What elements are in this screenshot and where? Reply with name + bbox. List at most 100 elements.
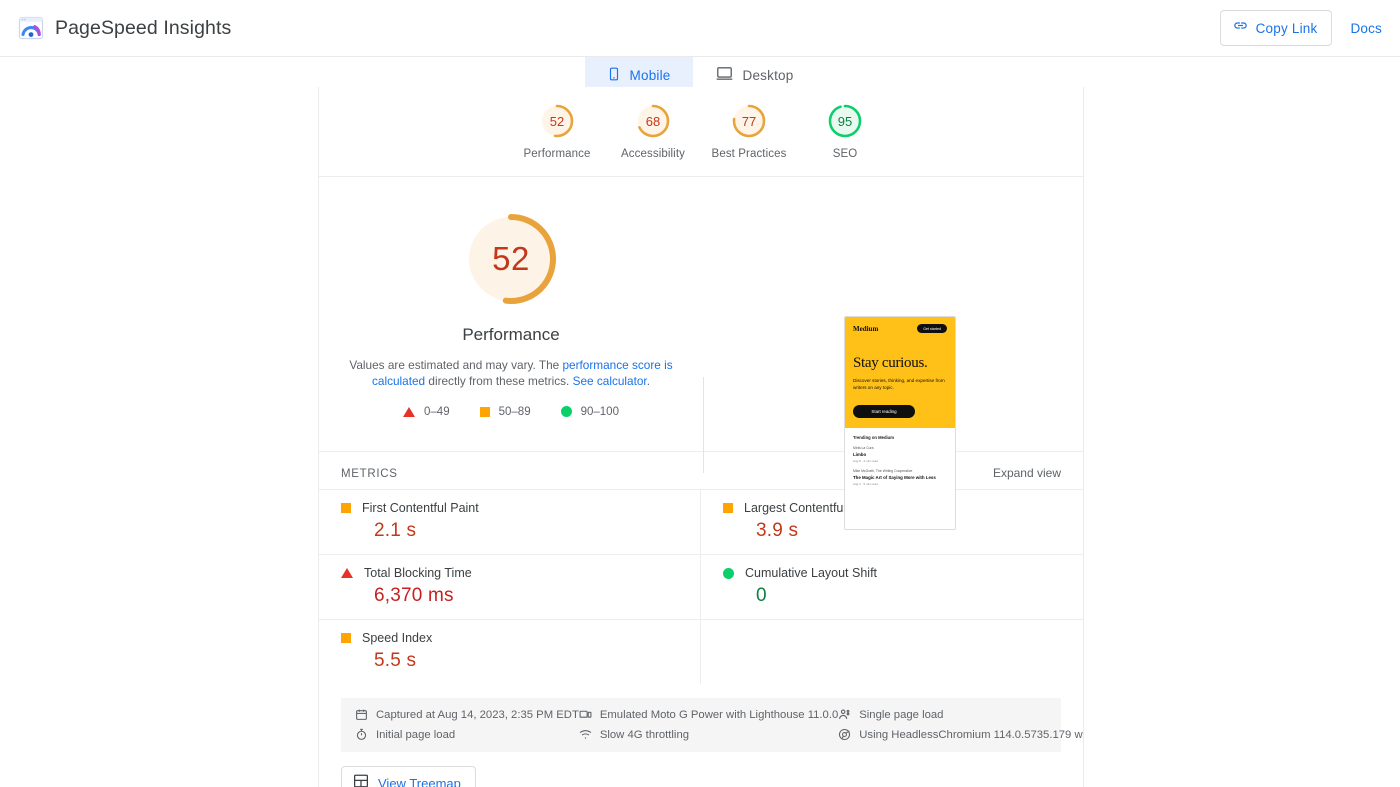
see-calculator-link[interactable]: See calculator xyxy=(573,374,647,388)
stopwatch-icon xyxy=(355,728,368,741)
score-value: 77 xyxy=(741,113,757,129)
environment-throttling: Slow 4G throttling xyxy=(579,728,838,741)
environment-column-1: Captured at Aug 14, 2023, 2:35 PM EDT In… xyxy=(355,708,579,741)
performance-description: Values are estimated and may vary. The p… xyxy=(346,358,676,390)
environment-column-2: Emulated Moto G Power with Lighthouse 11… xyxy=(579,708,838,741)
link-icon xyxy=(1233,18,1248,38)
metrics-column-left: First Contentful Paint 2.1 s Total Block… xyxy=(319,489,701,684)
metric-value: 0 xyxy=(756,585,767,606)
score-legend: 0–49 50–89 90–100 xyxy=(403,406,619,418)
score-gauge-best-practices[interactable]: 77 Best Practices xyxy=(701,102,797,160)
triangle-icon xyxy=(341,568,353,578)
thumbnail-trending-list: Trending on Medium Mirta La Cura Limbo A… xyxy=(845,428,955,499)
desc-text-3: . xyxy=(646,373,650,388)
gauge-ring: 68 xyxy=(634,102,672,140)
legend-range: 90–100 xyxy=(580,405,619,418)
legend-range: 50–89 xyxy=(498,405,531,418)
thumbnail-navbar: Medium Get started xyxy=(853,324,947,333)
treemap-section: View Treemap xyxy=(319,752,1083,787)
metric-name: First Contentful Paint xyxy=(362,501,479,515)
app-title: PageSpeed Insights xyxy=(55,16,232,39)
chrome-icon xyxy=(838,728,851,741)
expand-view-toggle[interactable]: Expand view xyxy=(993,466,1061,480)
medium-logo: Medium xyxy=(853,324,879,333)
final-screenshot-thumbnail: Medium Get started Stay curious. Discove… xyxy=(844,316,956,530)
thumbnail-author: Mirta La Cura xyxy=(853,445,874,450)
docs-link[interactable]: Docs xyxy=(1350,21,1382,36)
score-value: 95 xyxy=(837,113,853,129)
thumbnail-list-item: Mirta La Cura Limbo Aug 8 · 4 min read xyxy=(853,446,947,463)
get-started-pill: Get started xyxy=(917,324,947,333)
metric-total-blocking-time[interactable]: Total Blocking Time 6,370 ms xyxy=(319,554,700,619)
metrics-spacer xyxy=(701,619,1083,677)
environment-captured: Captured at Aug 14, 2023, 2:35 PM EDT xyxy=(355,708,579,721)
thumbnail-headline: Stay curious. xyxy=(853,355,928,371)
category-score-strip: 52 Performance 68 Accessibility 77 Best … xyxy=(319,87,1083,177)
copy-link-button[interactable]: Copy Link xyxy=(1219,10,1333,46)
app-header: PageSpeed Insights Copy Link Docs xyxy=(0,0,1400,57)
score-label: Performance xyxy=(523,148,591,160)
legend-range: 0–49 xyxy=(424,405,450,418)
thumbnail-cta-button: Start reading xyxy=(853,404,915,418)
legend-item-fail: 0–49 xyxy=(403,406,450,418)
brand: PageSpeed Insights xyxy=(0,15,231,41)
view-treemap-label: View Treemap xyxy=(378,776,461,787)
circle-icon xyxy=(723,567,734,579)
tab-mobile-label: Mobile xyxy=(629,67,671,83)
thumbnail-title: Limbo xyxy=(853,451,867,457)
desc-text-2: directly from these metrics. xyxy=(425,373,573,388)
metric-value: 2.1 s xyxy=(374,520,417,541)
square-icon xyxy=(479,406,490,417)
thumbnail-hero: Medium Get started Stay curious. Discove… xyxy=(845,317,955,428)
environment-page-load-text: Initial page load xyxy=(376,728,456,741)
metric-value: 6,370 ms xyxy=(374,585,454,606)
report-card: 52 Performance 68 Accessibility 77 Best … xyxy=(318,87,1084,787)
square-icon xyxy=(723,503,733,513)
tab-desktop-label: Desktop xyxy=(742,67,794,83)
performance-hero: 52 Performance Values are estimated and … xyxy=(319,177,1083,530)
copy-link-label: Copy Link xyxy=(1255,20,1318,36)
score-label: Accessibility xyxy=(621,148,685,160)
score-gauge-seo[interactable]: 95 SEO xyxy=(797,102,893,160)
triangle-icon xyxy=(403,406,416,417)
environment-single-load: Single page load xyxy=(838,708,1083,721)
environment-single-load-text: Single page load xyxy=(859,708,944,721)
header-actions: Copy Link Docs xyxy=(1219,10,1400,46)
performance-title: Performance xyxy=(462,325,560,344)
environment-throttling-text: Slow 4G throttling xyxy=(599,728,690,741)
environment-emulation-text: Emulated Moto G Power with Lighthouse 11… xyxy=(599,708,839,721)
desktop-monitor-icon xyxy=(715,65,734,85)
thumbnail-section-title: Trending on Medium xyxy=(853,434,894,440)
metric-first-contentful-paint[interactable]: First Contentful Paint 2.1 s xyxy=(319,489,700,554)
mobile-phone-icon xyxy=(607,65,621,86)
metric-cumulative-layout-shift[interactable]: Cumulative Layout Shift 0 xyxy=(701,554,1083,619)
thumbnail-meta: Aug 1 · 5 min read xyxy=(853,481,878,486)
environment-column-3: Single page load Using HeadlessChromium … xyxy=(838,708,1083,741)
calendar-icon xyxy=(355,708,368,721)
gauge-ring: 95 xyxy=(826,102,864,140)
metric-header: Total Blocking Time xyxy=(341,566,678,580)
score-gauge-accessibility[interactable]: 68 Accessibility xyxy=(605,102,701,160)
metric-header: Cumulative Layout Shift xyxy=(723,566,1061,580)
thumbnail-author: Mike McGrath, The Writing Cooperative xyxy=(853,468,913,473)
environment-bar: Captured at Aug 14, 2023, 2:35 PM EDT In… xyxy=(341,698,1083,752)
hero-divider xyxy=(703,377,704,473)
environment-emulation: Emulated Moto G Power with Lighthouse 11… xyxy=(579,708,838,721)
metric-speed-index[interactable]: Speed Index 5.5 s xyxy=(319,619,700,684)
metrics-header: METRICS Expand view xyxy=(319,452,1083,489)
pagespeed-logo-icon xyxy=(18,15,44,41)
metric-header: Speed Index xyxy=(341,631,678,645)
metric-name: Total Blocking Time xyxy=(364,566,472,580)
treemap-icon xyxy=(353,774,369,787)
performance-score-value: 52 xyxy=(492,240,530,277)
metric-name: Speed Index xyxy=(362,631,433,645)
score-gauge-performance[interactable]: 52 Performance xyxy=(509,102,605,160)
view-treemap-button[interactable]: View Treemap xyxy=(341,766,476,787)
score-value: 68 xyxy=(645,113,661,129)
gauge-ring: 77 xyxy=(730,102,768,140)
legend-item-pass: 90–100 xyxy=(560,405,619,418)
thumbnail-meta: Aug 8 · 4 min read xyxy=(853,458,878,463)
metrics-title: METRICS xyxy=(341,468,398,480)
score-label: SEO xyxy=(832,148,858,160)
thumbnail-title: The Magic Art of Saying More with Less xyxy=(853,474,936,480)
